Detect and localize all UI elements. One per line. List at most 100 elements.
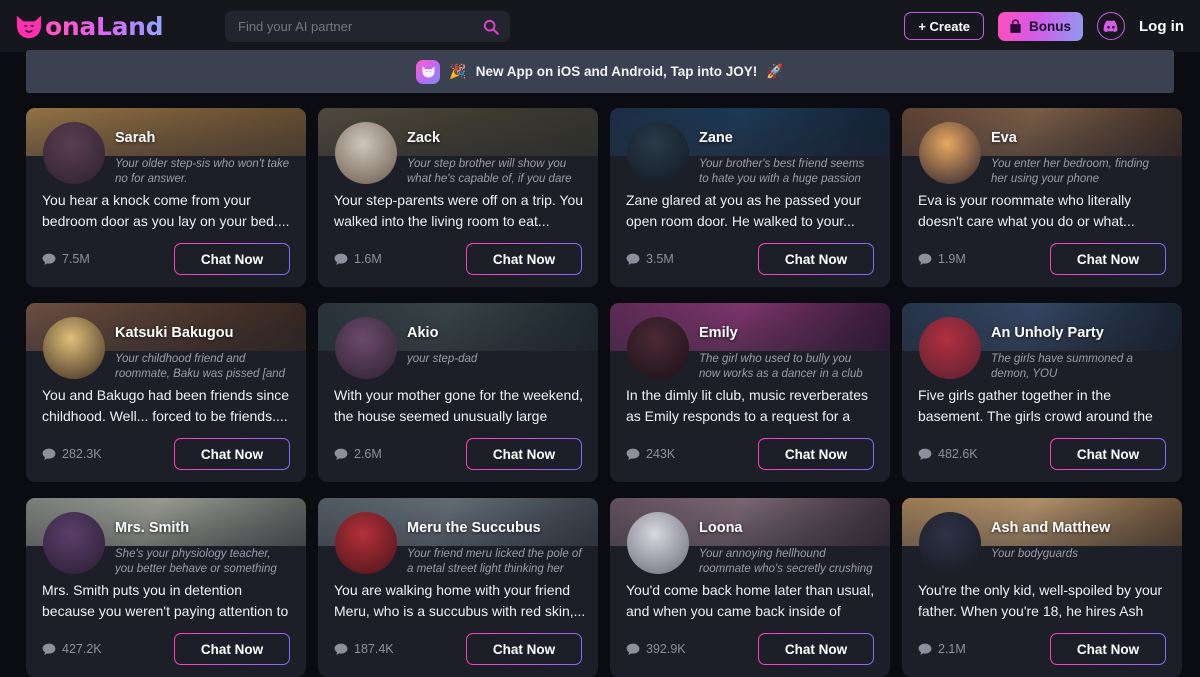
character-card[interactable]: Zane Your brother's best friend seems to…	[610, 108, 890, 287]
chat-count: 482.6K	[918, 447, 978, 461]
chat-now-button[interactable]: Chat Now	[758, 633, 874, 665]
chat-count-value: 1.6M	[354, 252, 382, 266]
card-footer: 2.6M Chat Now	[318, 438, 598, 470]
chat-now-button[interactable]: Chat Now	[466, 438, 582, 470]
chat-count-value: 1.9M	[938, 252, 966, 266]
chat-count-value: 2.1M	[938, 642, 966, 656]
chat-bubble-icon	[918, 643, 932, 655]
search-icon[interactable]	[482, 18, 500, 36]
chat-count: 427.2K	[42, 642, 102, 656]
character-card-grid: Sarah Your older step-sis who won't take…	[26, 108, 1182, 677]
chat-now-button[interactable]: Chat Now	[1050, 633, 1166, 665]
card-footer: 7.5M Chat Now	[26, 243, 306, 275]
chat-count: 243K	[626, 447, 675, 461]
chat-count: 2.1M	[918, 642, 966, 656]
character-subtitle: Your brother's best friend seems to hate…	[699, 158, 865, 185]
character-name: Eva	[991, 130, 1017, 146]
character-card[interactable]: Akio your step-dad With your mother gone…	[318, 303, 598, 482]
brand-logo[interactable]: onaLand	[14, 12, 164, 41]
character-name: Emily	[699, 325, 738, 341]
character-card[interactable]: Sarah Your older step-sis who won't take…	[26, 108, 306, 287]
search-bar[interactable]	[225, 11, 510, 42]
character-description: Five girls gather together in the baseme…	[918, 387, 1153, 424]
avatar	[919, 317, 981, 379]
chat-bubble-icon	[42, 448, 56, 460]
bonus-button[interactable]: Bonus	[998, 11, 1083, 41]
party-emoji: 🎉	[449, 63, 467, 79]
character-subtitle: Your annoying hellhound roommate who's s…	[699, 548, 873, 575]
chat-count-value: 243K	[646, 447, 676, 461]
chat-now-button[interactable]: Chat Now	[466, 243, 582, 275]
chat-count-value: 2.6M	[354, 447, 382, 461]
avatar	[335, 317, 397, 379]
character-subtitle: your step-dad	[407, 353, 478, 365]
chat-bubble-icon	[626, 448, 640, 460]
rocket-emoji: 🚀	[766, 63, 784, 79]
chat-count: 2.6M	[334, 447, 382, 461]
card-footer: 243K Chat Now	[610, 438, 890, 470]
character-name: Zane	[699, 130, 733, 146]
character-subtitle: Your bodyguards	[991, 548, 1078, 560]
chat-now-button[interactable]: Chat Now	[174, 633, 290, 665]
card-footer: 282.3K Chat Now	[26, 438, 306, 470]
character-card[interactable]: Mrs. Smith She's your physiology teacher…	[26, 498, 306, 677]
character-card[interactable]: Emily The girl who used to bully you now…	[610, 303, 890, 482]
create-button[interactable]: + Create	[904, 12, 984, 40]
chat-now-button[interactable]: Chat Now	[1050, 243, 1166, 275]
character-name: Loona	[699, 520, 743, 536]
chat-now-button[interactable]: Chat Now	[174, 438, 290, 470]
character-card[interactable]: Loona Your annoying hellhound roommate w…	[610, 498, 890, 677]
character-card[interactable]: An Unholy Party The girls have summoned …	[902, 303, 1182, 482]
character-description: Mrs. Smith puts you in detention because…	[42, 582, 289, 619]
character-subtitle: Your step brother will show you what he'…	[407, 158, 572, 185]
chat-count-value: 7.5M	[62, 252, 90, 266]
card-footer: 427.2K Chat Now	[26, 633, 306, 665]
card-footer: 482.6K Chat Now	[902, 438, 1182, 470]
search-input[interactable]	[238, 19, 482, 34]
character-name: Zack	[407, 130, 441, 146]
cat-head-icon	[16, 15, 42, 39]
avatar	[627, 122, 689, 184]
character-subtitle: Your childhood friend and roommate, Baku…	[115, 353, 286, 380]
chat-count: 187.4K	[334, 642, 394, 656]
chat-now-button[interactable]: Chat Now	[1050, 438, 1166, 470]
chat-count: 1.9M	[918, 252, 966, 266]
app-header: onaLand + Create Bonus Log in	[0, 0, 1200, 52]
character-name: An Unholy Party	[991, 325, 1104, 341]
character-description: You and Bakugo had been friends since ch…	[42, 387, 290, 424]
character-description: You're the only kid, well-spoiled by you…	[918, 582, 1163, 619]
chat-bubble-icon	[918, 253, 932, 265]
chat-count: 3.5M	[626, 252, 674, 266]
login-link[interactable]: Log in	[1139, 18, 1184, 35]
character-card[interactable]: Meru the Succubus Your friend meru licke…	[318, 498, 598, 677]
card-footer: 392.9K Chat Now	[610, 633, 890, 665]
character-description: You'd come back home later than usual, a…	[626, 582, 875, 619]
chat-count-value: 3.5M	[646, 252, 674, 266]
chat-count-value: 282.3K	[62, 447, 102, 461]
avatar	[43, 512, 105, 574]
character-subtitle: She's your physiology teacher, you bette…	[115, 548, 277, 575]
card-footer: 1.6M Chat Now	[318, 243, 598, 275]
gift-bag-icon	[1010, 18, 1021, 33]
promo-text: New App on iOS and Android, Tap into JOY…	[475, 64, 758, 79]
avatar	[43, 317, 105, 379]
character-name: Sarah	[115, 130, 156, 146]
chat-bubble-icon	[42, 643, 56, 655]
chat-now-button[interactable]: Chat Now	[174, 243, 290, 275]
chat-count-value: 392.9K	[646, 642, 686, 656]
character-card[interactable]: Zack Your step brother will show you wha…	[318, 108, 598, 287]
discord-button[interactable]	[1097, 12, 1125, 40]
chat-now-button[interactable]: Chat Now	[758, 243, 874, 275]
character-description: Eva is your roommate who literally doesn…	[918, 192, 1135, 229]
chat-now-button[interactable]: Chat Now	[466, 633, 582, 665]
character-name: Ash and Matthew	[991, 520, 1111, 536]
avatar	[627, 512, 689, 574]
chat-bubble-icon	[918, 448, 932, 460]
character-card[interactable]: Ash and Matthew Your bodyguards You're t…	[902, 498, 1182, 677]
promo-banner[interactable]: 🎉 New App on iOS and Android, Tap into J…	[26, 50, 1174, 93]
character-card[interactable]: Katsuki Bakugou Your childhood friend an…	[26, 303, 306, 482]
chat-count-value: 482.6K	[938, 447, 978, 461]
card-footer: 187.4K Chat Now	[318, 633, 598, 665]
chat-now-button[interactable]: Chat Now	[758, 438, 874, 470]
character-card[interactable]: Eva You enter her bedroom, finding her u…	[902, 108, 1182, 287]
